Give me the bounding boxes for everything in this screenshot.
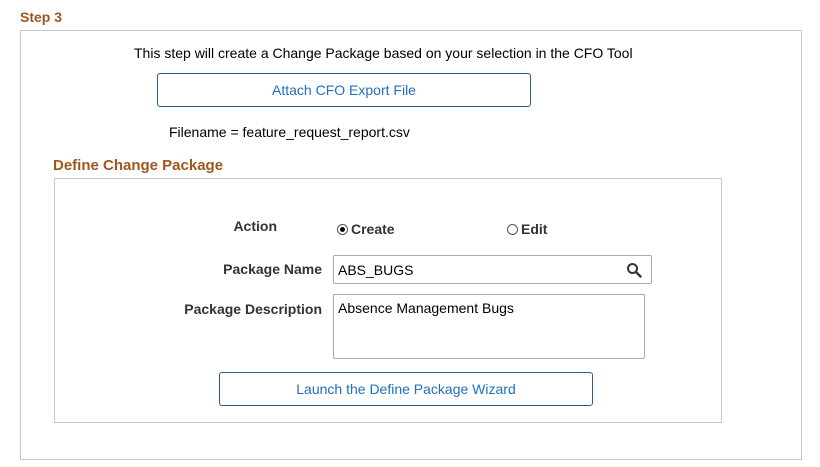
radio-edit-label[interactable]: Edit — [521, 221, 547, 237]
launch-wizard-button[interactable]: Launch the Define Package Wizard — [219, 372, 593, 406]
radio-edit[interactable]: Edit — [507, 221, 547, 237]
intro-text: This step will create a Change Package b… — [134, 45, 633, 61]
package-name-field[interactable] — [333, 255, 652, 284]
package-name-input[interactable] — [334, 261, 623, 278]
attach-cfo-export-button[interactable]: Attach CFO Export File — [157, 73, 531, 107]
search-icon[interactable] — [623, 259, 645, 281]
package-name-label: Package Name — [223, 261, 322, 277]
radio-create-button[interactable] — [337, 223, 348, 235]
action-label: Action — [233, 218, 277, 234]
package-description-label: Package Description — [184, 301, 322, 317]
package-description-input[interactable]: Absence Management Bugs — [333, 294, 645, 359]
radio-create-label[interactable]: Create — [351, 221, 395, 237]
radio-edit-button[interactable] — [507, 223, 518, 235]
radio-create[interactable]: Create — [337, 221, 395, 237]
section-title: Define Change Package — [53, 157, 224, 174]
step-title: Step 3 — [20, 9, 63, 25]
filename-text: Filename = feature_request_report.csv — [169, 124, 410, 140]
